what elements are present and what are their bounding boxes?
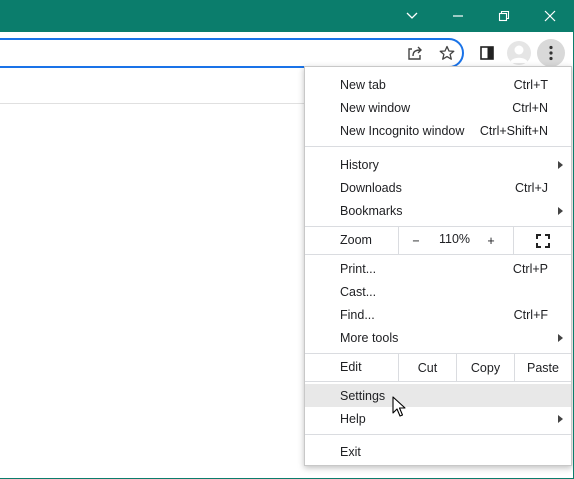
minimize-icon bbox=[453, 15, 463, 17]
menu-item-label: Find... bbox=[340, 307, 375, 322]
side-panel-icon bbox=[480, 46, 494, 60]
submenu-arrow-icon bbox=[558, 207, 563, 215]
fullscreen-button[interactable] bbox=[513, 227, 571, 254]
tab-search-button[interactable] bbox=[389, 0, 435, 32]
menu-separator bbox=[305, 146, 571, 147]
menu-item-label: Help bbox=[340, 411, 366, 426]
menu-item-label: Cast... bbox=[340, 284, 377, 299]
menu-item-shortcut: Ctrl+N bbox=[512, 100, 548, 115]
bookmark-star-button[interactable] bbox=[433, 39, 461, 67]
menu-item-settings[interactable]: Settings bbox=[305, 384, 571, 407]
restore-icon bbox=[498, 10, 510, 22]
menu-item-downloads[interactable]: Downloads Ctrl+J bbox=[305, 176, 571, 199]
menu-item-exit[interactable]: Exit bbox=[305, 440, 571, 463]
copy-label: Copy bbox=[470, 360, 501, 375]
menu-item-new-window[interactable]: New window Ctrl+N bbox=[305, 96, 571, 119]
fullscreen-icon bbox=[535, 233, 550, 248]
menu-item-cast[interactable]: Cast... bbox=[305, 280, 571, 303]
minus-icon: − bbox=[412, 233, 420, 248]
menu-row-edit: Edit Cut Copy Paste bbox=[305, 354, 571, 381]
menu-item-print[interactable]: Print... Ctrl+P bbox=[305, 257, 571, 280]
menu-item-label: Print... bbox=[340, 261, 377, 276]
menu-item-label: Bookmarks bbox=[340, 203, 403, 218]
menu-item-bookmarks[interactable]: Bookmarks bbox=[305, 199, 571, 222]
menu-item-history[interactable]: History bbox=[305, 153, 571, 176]
profile-avatar[interactable] bbox=[507, 41, 531, 65]
star-icon bbox=[439, 45, 455, 60]
menu-item-shortcut: Ctrl+Shift+N bbox=[479, 123, 548, 138]
copy-button[interactable]: Copy bbox=[456, 354, 514, 381]
zoom-label: Zoom bbox=[340, 233, 372, 247]
share-icon bbox=[408, 46, 422, 60]
menu-item-shortcut: Ctrl+J bbox=[515, 180, 548, 195]
menu-item-label: New tab bbox=[340, 77, 386, 92]
menu-item-find[interactable]: Find... Ctrl+F bbox=[305, 303, 571, 326]
zoom-out-button[interactable]: − bbox=[398, 227, 433, 254]
title-bar bbox=[0, 0, 573, 32]
mouse-cursor-icon bbox=[392, 396, 406, 417]
menu-item-more-tools[interactable]: More tools bbox=[305, 326, 571, 349]
submenu-arrow-icon bbox=[558, 334, 563, 342]
cut-label: Cut bbox=[417, 360, 438, 375]
restore-button[interactable] bbox=[481, 0, 527, 32]
profile-icon bbox=[510, 45, 528, 63]
menu-item-label: Settings bbox=[340, 388, 386, 403]
menu-item-shortcut: Ctrl+P bbox=[512, 261, 548, 276]
menu-item-help[interactable]: Help bbox=[305, 407, 571, 430]
menu-item-shortcut: Ctrl+T bbox=[513, 77, 548, 92]
menu-item-label: Downloads bbox=[340, 180, 402, 195]
zoom-level-value: 110% bbox=[439, 232, 471, 246]
menu-item-label: History bbox=[340, 157, 379, 172]
side-panel-button[interactable] bbox=[473, 39, 501, 67]
menu-row-zoom: Zoom − 110% + bbox=[305, 227, 571, 254]
paste-label: Paste bbox=[527, 360, 559, 375]
address-bar[interactable] bbox=[0, 38, 464, 68]
cut-button[interactable]: Cut bbox=[398, 354, 456, 381]
edit-label: Edit bbox=[340, 360, 362, 374]
menu-separator bbox=[305, 434, 571, 435]
menu-separator bbox=[305, 254, 571, 255]
menu-item-label: Exit bbox=[340, 444, 361, 459]
browser-window: New tab Ctrl+T New window Ctrl+N New Inc… bbox=[0, 0, 574, 479]
plus-icon: + bbox=[487, 233, 495, 248]
submenu-arrow-icon bbox=[558, 161, 563, 169]
menu-item-label: New window bbox=[340, 100, 411, 115]
content-divider bbox=[0, 103, 310, 104]
more-menu-button[interactable] bbox=[537, 39, 565, 67]
close-button[interactable] bbox=[527, 0, 573, 32]
close-icon bbox=[544, 10, 556, 22]
menu-item-shortcut: Ctrl+F bbox=[513, 307, 548, 322]
zoom-in-button[interactable]: + bbox=[475, 227, 507, 254]
paste-button[interactable]: Paste bbox=[514, 354, 571, 381]
more-menu-icon bbox=[549, 45, 553, 61]
menu-item-label: New Incognito window bbox=[340, 123, 465, 138]
minimize-button[interactable] bbox=[435, 0, 481, 32]
menu-item-label: More tools bbox=[340, 330, 399, 345]
menu-item-new-tab[interactable]: New tab Ctrl+T bbox=[305, 73, 571, 96]
menu-separator bbox=[305, 381, 571, 382]
share-button[interactable] bbox=[401, 39, 429, 67]
menu-item-new-incognito-window[interactable]: New Incognito window Ctrl+Shift+N bbox=[305, 119, 571, 142]
chrome-main-menu: New tab Ctrl+T New window Ctrl+N New Inc… bbox=[304, 66, 572, 466]
submenu-arrow-icon bbox=[558, 415, 563, 423]
chevron-down-icon bbox=[406, 12, 418, 19]
